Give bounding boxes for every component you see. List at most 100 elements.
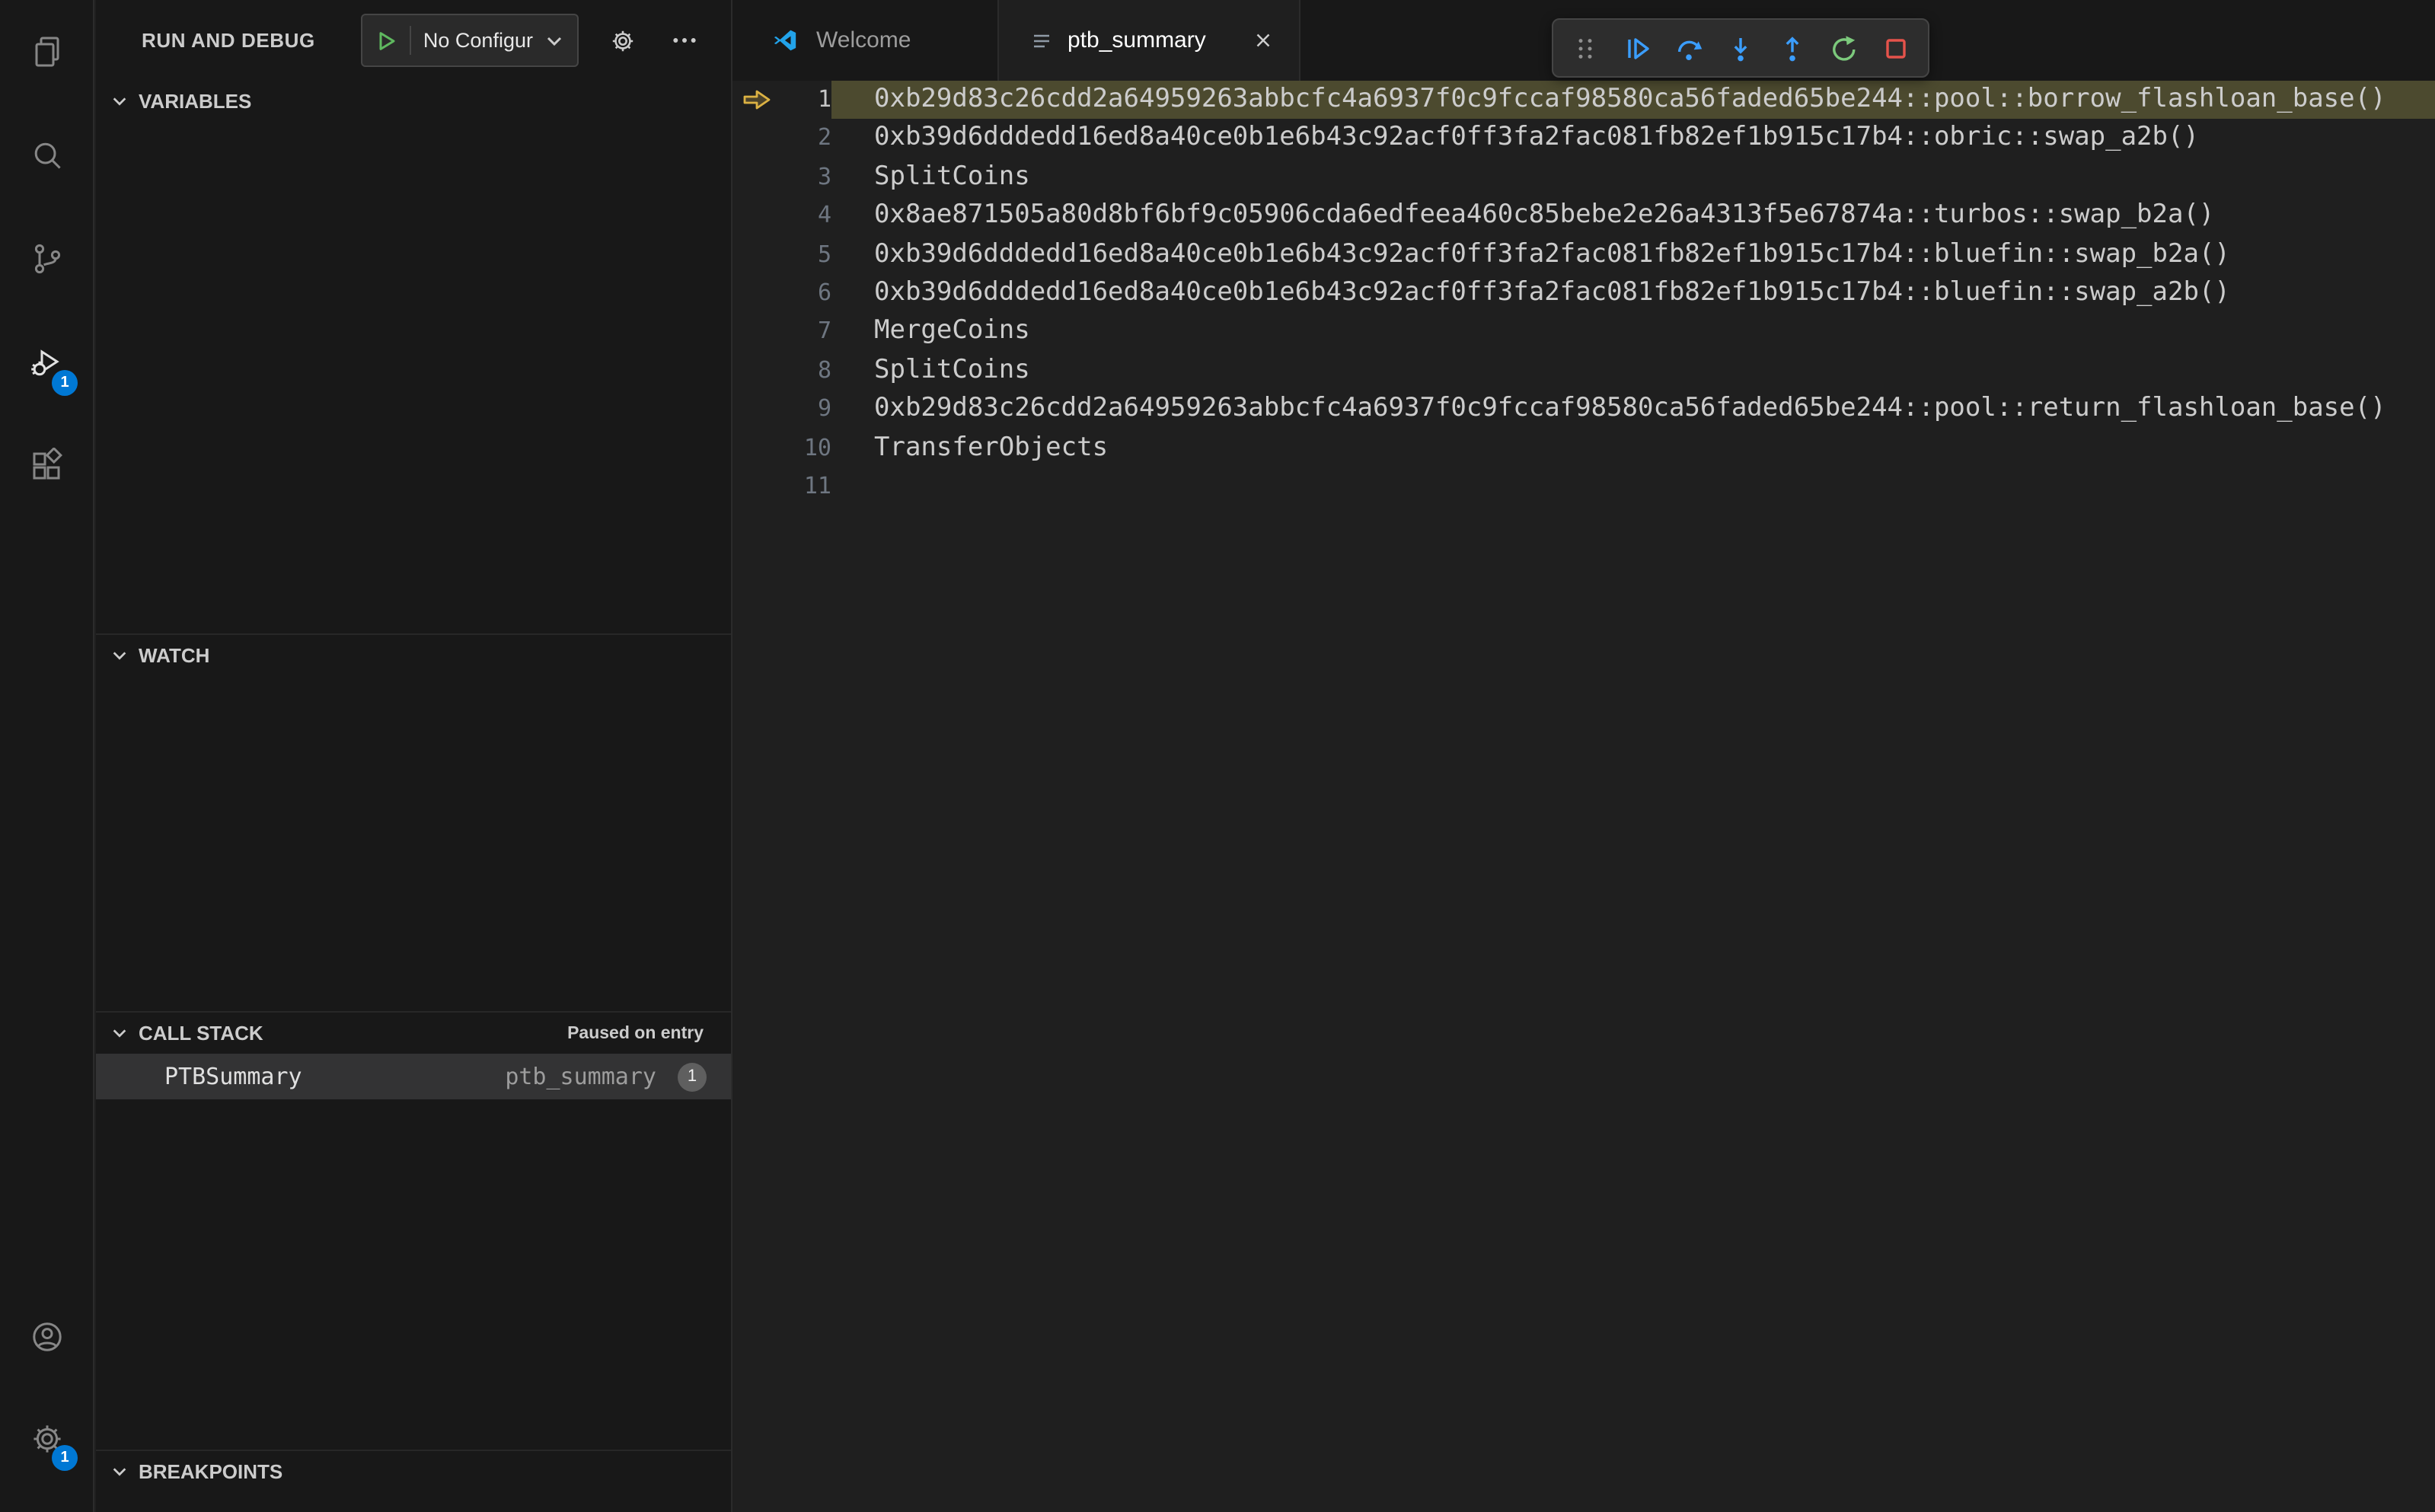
- editor-line[interactable]: 2 0xb39d6dddedd16ed8a40ce0b1e6b43c92acf0f…: [732, 120, 2435, 158]
- sidebar-item-explorer[interactable]: [0, 0, 93, 104]
- line-number[interactable]: 9: [780, 390, 831, 429]
- step-over-button[interactable]: [1663, 24, 1715, 72]
- frame-name: PTBSummary: [164, 1063, 302, 1090]
- activity-bar: 1 1: [0, 0, 94, 1512]
- settings-button[interactable]: 1: [0, 1387, 93, 1489]
- code-line-text[interactable]: 0xb39d6dddedd16ed8a40ce0b1e6b43c92acf0ff…: [831, 120, 2435, 158]
- glyph-margin[interactable]: [732, 351, 780, 390]
- restart-button[interactable]: [1818, 24, 1870, 72]
- editor-line[interactable]: 4 0x8ae871505a80d8bf6bf9c05906cda6edfeea4…: [732, 196, 2435, 235]
- debug-toolbar: [1552, 18, 1929, 78]
- code-line-text[interactable]: 0x8ae871505a80d8bf6bf9c05906cda6edfeea46…: [831, 196, 2435, 235]
- editor-line[interactable]: 11: [732, 467, 2435, 506]
- watch-header[interactable]: WATCH: [96, 635, 731, 676]
- chevron-down-icon: [111, 1025, 128, 1041]
- pause-status-text: Paused on entry: [567, 1024, 704, 1042]
- breakpoints-header[interactable]: BREAKPOINTS: [96, 1451, 731, 1492]
- debug-settings-gear-icon[interactable]: [606, 24, 640, 57]
- step-into-button[interactable]: [1715, 24, 1766, 72]
- glyph-margin[interactable]: [732, 390, 780, 429]
- continue-button[interactable]: [1611, 24, 1663, 72]
- step-out-button[interactable]: [1766, 24, 1818, 72]
- code-line-text[interactable]: [831, 467, 2435, 506]
- line-number[interactable]: 6: [780, 274, 831, 313]
- file-icon: [1029, 28, 1054, 53]
- files-icon: [28, 33, 65, 70]
- code-line-text[interactable]: MergeCoins: [831, 313, 2435, 352]
- breakpoints-section: BREAKPOINTS: [96, 1450, 731, 1512]
- vscode-window: 1 1 RUN AND DEBUG No Configur VARIABLES …: [0, 0, 2435, 1512]
- glyph-margin[interactable]: [732, 274, 780, 313]
- glyph-margin[interactable]: [732, 429, 780, 467]
- tab-label: ptb_summary: [1068, 27, 1206, 53]
- editor-line[interactable]: 6 0xb39d6dddedd16ed8a40ce0b1e6b43c92acf0f…: [732, 274, 2435, 313]
- run-and-debug-sidebar: RUN AND DEBUG No Configur VARIABLES WATC…: [96, 0, 732, 1512]
- chevron-down-icon: [545, 31, 563, 49]
- stop-button[interactable]: [1870, 24, 1922, 72]
- glyph-margin[interactable]: [732, 120, 780, 158]
- debug-configuration-dropdown[interactable]: No Configur: [360, 14, 579, 67]
- editor-line[interactable]: 1 0xb29d83c26cdd2a64959263abbcfc4a6937f0c…: [732, 81, 2435, 120]
- start-debug-play-icon: [376, 30, 397, 51]
- tab-ptb-summary[interactable]: ptb_summary: [999, 0, 1300, 81]
- sidebar-item-source-control[interactable]: [0, 207, 93, 311]
- glyph-margin[interactable]: [732, 467, 780, 506]
- search-icon: [28, 137, 65, 174]
- debug-badge: 1: [52, 370, 78, 396]
- editor-lines: 1 0xb29d83c26cdd2a64959263abbcfc4a6937f0c…: [732, 81, 2435, 506]
- line-number[interactable]: 8: [780, 351, 831, 390]
- sidebar-item-search[interactable]: [0, 104, 93, 207]
- line-number[interactable]: 7: [780, 313, 831, 352]
- account-button[interactable]: [0, 1285, 93, 1387]
- line-number[interactable]: 2: [780, 120, 831, 158]
- editor-line[interactable]: 8 SplitCoins: [732, 351, 2435, 390]
- code-line-text[interactable]: SplitCoins: [831, 351, 2435, 390]
- sidebar-header: RUN AND DEBUG No Configur: [96, 0, 731, 81]
- editor-line[interactable]: 5 0xb39d6dddedd16ed8a40ce0b1e6b43c92acf0f…: [732, 235, 2435, 274]
- section-label: VARIABLES: [139, 90, 252, 113]
- tab-label: Welcome: [816, 27, 911, 53]
- vscode-logo-icon: [772, 27, 798, 53]
- editor-line[interactable]: 7 MergeCoins: [732, 313, 2435, 352]
- current-frame-arrow-icon[interactable]: [732, 81, 780, 120]
- close-tab-icon[interactable]: [1247, 25, 1278, 56]
- frame-badge: 1: [678, 1062, 707, 1091]
- editor-line[interactable]: 10 TransferObjects: [732, 429, 2435, 467]
- code-line-text[interactable]: TransferObjects: [831, 429, 2435, 467]
- line-number[interactable]: 1: [780, 81, 831, 120]
- debug-config-label: No Configur: [423, 29, 533, 52]
- chevron-down-icon: [111, 647, 128, 664]
- settings-badge: 1: [52, 1445, 78, 1471]
- line-number[interactable]: 10: [780, 429, 831, 467]
- line-number[interactable]: 4: [780, 196, 831, 235]
- code-line-text[interactable]: 0xb29d83c26cdd2a64959263abbcfc4a6937f0c9…: [831, 390, 2435, 429]
- call-stack-header[interactable]: CALL STACK Paused on entry: [96, 1013, 731, 1054]
- code-line-text[interactable]: 0xb39d6dddedd16ed8a40ce0b1e6b43c92acf0ff…: [831, 274, 2435, 313]
- editor-line[interactable]: 3 SplitCoins: [732, 158, 2435, 197]
- line-number[interactable]: 3: [780, 158, 831, 197]
- divider: [409, 26, 411, 55]
- glyph-margin[interactable]: [732, 313, 780, 352]
- drag-handle[interactable]: [1559, 24, 1611, 72]
- code-line-text[interactable]: SplitCoins: [831, 158, 2435, 197]
- editor-line[interactable]: 9 0xb29d83c26cdd2a64959263abbcfc4a6937f0c…: [732, 390, 2435, 429]
- code-line-text[interactable]: 0xb39d6dddedd16ed8a40ce0b1e6b43c92acf0ff…: [831, 235, 2435, 274]
- glyph-margin[interactable]: [732, 158, 780, 197]
- glyph-margin[interactable]: [732, 235, 780, 274]
- glyph-margin[interactable]: [732, 196, 780, 235]
- tab-welcome[interactable]: Welcome: [732, 0, 999, 81]
- section-label: BREAKPOINTS: [139, 1460, 283, 1483]
- extensions-icon: [28, 448, 65, 484]
- call-stack-frame[interactable]: PTBSummary ptb_summary 1: [96, 1054, 731, 1099]
- sidebar-title: RUN AND DEBUG: [142, 29, 315, 52]
- line-number[interactable]: 11: [780, 467, 831, 506]
- variables-header[interactable]: VARIABLES: [96, 81, 731, 122]
- sidebar-item-extensions[interactable]: [0, 414, 93, 518]
- sidebar-item-run-and-debug[interactable]: 1: [0, 311, 93, 414]
- more-actions-icon[interactable]: [667, 24, 701, 57]
- variables-section: VARIABLES: [96, 81, 731, 633]
- source-control-icon: [28, 241, 65, 277]
- line-number[interactable]: 5: [780, 235, 831, 274]
- call-stack-section: CALL STACK Paused on entry PTBSummary pt…: [96, 1011, 731, 1448]
- code-line-text[interactable]: 0xb29d83c26cdd2a64959263abbcfc4a6937f0c9…: [831, 81, 2435, 120]
